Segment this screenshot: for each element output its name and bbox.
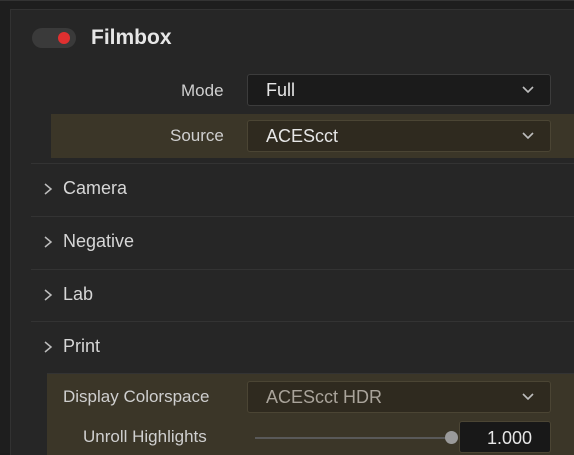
display-colorspace-row: Display Colorspace ACEScct HDR: [47, 373, 574, 420]
source-dropdown[interactable]: ACEScct: [247, 120, 551, 152]
section-print[interactable]: Print: [31, 321, 574, 374]
section-camera[interactable]: Camera: [31, 163, 574, 216]
source-row: Source ACEScct: [51, 114, 574, 158]
display-colorspace-dropdown[interactable]: ACEScct HDR: [247, 381, 551, 413]
unroll-highlights-value: 1.000: [486, 428, 532, 448]
chevron-right-icon: [44, 341, 53, 353]
chevron-down-icon: [522, 86, 534, 94]
source-label: Source: [170, 126, 224, 145]
chevron-down-icon: [522, 393, 534, 401]
unroll-highlights-value-field[interactable]: 1.000: [459, 421, 551, 453]
display-colorspace-label: Display Colorspace: [63, 387, 210, 406]
section-label: Print: [63, 336, 101, 356]
chevron-right-icon: [44, 289, 53, 301]
section-label: Camera: [63, 178, 128, 198]
filmbox-panel: Filmbox Mode Full Source ACEScct Camera …: [0, 0, 574, 455]
enable-toggle[interactable]: [32, 28, 76, 48]
toggle-indicator-dot: [58, 32, 70, 44]
mode-value: Full: [266, 80, 296, 100]
display-colorspace-value: ACEScct HDR: [266, 387, 383, 407]
mode-label: Mode: [181, 81, 224, 100]
unroll-highlights-slider-track[interactable]: [255, 437, 455, 439]
section-negative[interactable]: Negative: [31, 216, 574, 269]
chevron-right-icon: [44, 183, 53, 195]
unroll-highlights-row: Unroll Highlights 1.000: [47, 419, 574, 455]
source-value: ACEScct: [266, 126, 339, 146]
section-label: Negative: [63, 231, 135, 251]
effect-title: Filmbox: [91, 26, 172, 49]
mode-row: Mode Full: [11, 72, 574, 112]
mode-dropdown[interactable]: Full: [247, 74, 551, 106]
chevron-right-icon: [44, 236, 53, 248]
effect-frame: Filmbox Mode Full Source ACEScct Camera …: [10, 9, 574, 455]
chevron-down-icon: [522, 132, 534, 140]
section-label: Lab: [63, 284, 94, 304]
section-lab[interactable]: Lab: [31, 269, 574, 322]
effect-header: Filmbox: [11, 10, 574, 68]
unroll-highlights-slider-knob[interactable]: [445, 431, 458, 444]
unroll-highlights-label: Unroll Highlights: [83, 427, 207, 446]
